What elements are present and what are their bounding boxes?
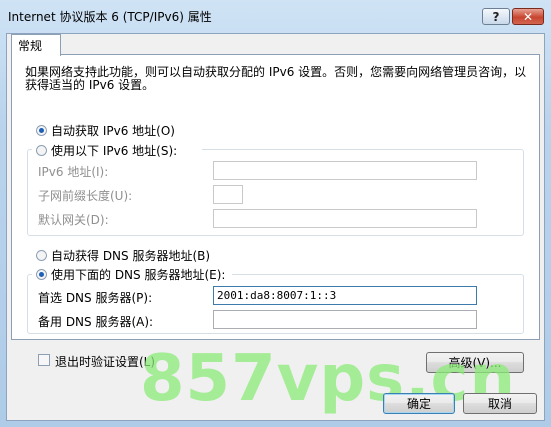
default-gateway-label: 默认网关(D):	[38, 213, 109, 227]
ip-auto-radio[interactable]	[36, 125, 47, 136]
ok-button[interactable]: 确定	[383, 393, 455, 414]
window-title: Internet 协议版本 6 (TCP/IPv6) 属性	[8, 10, 212, 24]
validate-on-exit-label[interactable]: 退出时验证设置(L)	[55, 353, 155, 370]
dns-manual-radio[interactable]	[36, 269, 47, 280]
tab-general[interactable]: 常规	[11, 34, 61, 56]
advanced-button[interactable]: 高级(V)...	[426, 352, 524, 373]
preferred-dns-label: 首选 DNS 服务器(P):	[38, 291, 153, 305]
dns-auto-label[interactable]: 自动获得 DNS 服务器地址(B)	[51, 247, 210, 264]
ip-manual-radio[interactable]	[36, 145, 47, 156]
alternate-dns-label: 备用 DNS 服务器(A):	[38, 315, 154, 329]
prefix-length-input[interactable]	[213, 185, 243, 204]
default-gateway-input[interactable]	[213, 209, 477, 228]
preferred-dns-input[interactable]: 2001:da8:8007:1::3	[213, 286, 477, 305]
dns-auto-radio[interactable]	[36, 250, 47, 261]
validate-on-exit-checkbox[interactable]	[38, 354, 50, 366]
ipv6-address-input[interactable]	[213, 161, 477, 180]
prefix-length-label: 子网前缀长度(U):	[38, 189, 133, 203]
ipv6-address-label: IPv6 地址(I):	[38, 165, 109, 179]
dns-manual-label[interactable]: 使用下面的 DNS 服务器地址(E):	[51, 266, 225, 283]
ip-manual-label[interactable]: 使用以下 IPv6 地址(S):	[51, 142, 177, 159]
close-button[interactable]: ✕	[512, 8, 544, 25]
cancel-button[interactable]: 取消	[463, 393, 537, 414]
tab-general-label: 常规	[18, 39, 43, 53]
title-bar: Internet 协议版本 6 (TCP/IPv6) 属性 ? ✕	[0, 0, 551, 32]
alternate-dns-input[interactable]	[213, 310, 477, 329]
ip-auto-label[interactable]: 自动获取 IPv6 地址(O)	[51, 122, 175, 139]
description-text: 如果网络支持此功能，则可以自动获取分配的 IPv6 设置。否则，您需要向网络管理…	[25, 65, 527, 92]
help-button[interactable]: ?	[482, 8, 510, 25]
